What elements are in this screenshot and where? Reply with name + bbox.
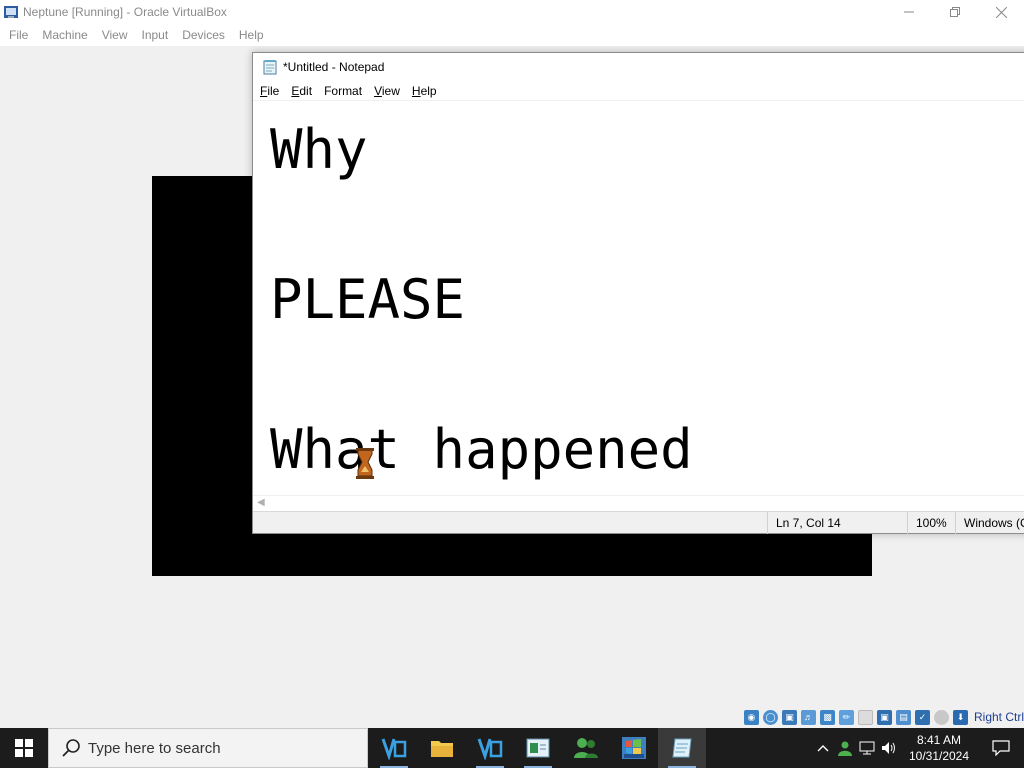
- audio-icon[interactable]: ♬: [800, 709, 816, 725]
- action-center-icon: [992, 740, 1010, 756]
- virtualbox-menu-bar: File Machine View Input Devices Help: [0, 24, 1024, 46]
- close-button[interactable]: [978, 0, 1024, 24]
- taskbar-apps: [370, 728, 706, 768]
- menu-devices[interactable]: Devices: [175, 28, 232, 42]
- mouse-integration-icon[interactable]: [933, 709, 949, 725]
- horizontal-scrollbar[interactable]: ◀: [253, 495, 1024, 511]
- zoom-level: 100%: [907, 512, 955, 534]
- notepad-menu-format[interactable]: Format: [318, 84, 368, 98]
- minimize-button[interactable]: [886, 0, 932, 24]
- shared-folders-icon[interactable]: [857, 709, 873, 725]
- notifications-button[interactable]: [978, 728, 1024, 768]
- busy-cursor-icon: [356, 448, 374, 479]
- notepad-menu-view-key: V: [374, 83, 382, 98]
- virtualbox-app-icon: [3, 4, 19, 20]
- notepad-menu-file[interactable]: File: [253, 84, 285, 98]
- notepad-menu-file-rest: ile: [267, 83, 280, 98]
- optical-drive-icon[interactable]: ◯: [762, 709, 778, 725]
- show-hidden-icons-chevron-icon[interactable]: [812, 728, 834, 768]
- recording-icon[interactable]: ▤: [895, 709, 911, 725]
- line-ending: Windows (C: [955, 512, 1024, 534]
- network-icon[interactable]: ▩: [819, 709, 835, 725]
- text-line: What happened: [270, 418, 693, 481]
- zoom-level-text: 100%: [916, 516, 947, 530]
- people-icon[interactable]: [834, 728, 856, 768]
- window-controls: [886, 0, 1024, 24]
- notepad-menu-help[interactable]: Help: [406, 84, 443, 98]
- notepad-menu-view-rest: iew: [381, 83, 400, 98]
- notepad-menu-view[interactable]: View: [368, 84, 406, 98]
- clock-time: 8:41 AM: [916, 733, 962, 747]
- host-key-label: Right Ctrl: [973, 710, 1024, 724]
- virtualbox-icon: [381, 738, 407, 760]
- display-icon[interactable]: ▣: [876, 709, 892, 725]
- notepad-menu-help-key: H: [411, 83, 421, 98]
- folder-icon: [431, 741, 453, 757]
- notepad-title-bar[interactable]: *Untitled - Notepad: [253, 53, 1024, 81]
- text-line: Why: [270, 118, 368, 181]
- text-line: [270, 187, 1024, 262]
- notepad-menu-edit-rest: dit: [299, 83, 313, 98]
- menu-input[interactable]: Input: [135, 28, 176, 42]
- menu-file[interactable]: File: [0, 28, 35, 42]
- search-box[interactable]: Type here to search: [48, 728, 368, 768]
- clock-date: 10/31/2024: [908, 749, 970, 763]
- device-status-icons: ◉ ◯ ▣ ♬ ▩ ✏ ▣ ▤ ✓ ⬇: [743, 709, 972, 725]
- virtualbox-title-bar: Neptune [Running] - Oracle VirtualBox: [0, 0, 1024, 24]
- virtualbox-icon: [477, 738, 503, 760]
- floppy-icon[interactable]: ▣: [781, 709, 797, 725]
- menu-help[interactable]: Help: [232, 28, 271, 42]
- taskbar-app-document[interactable]: [514, 728, 562, 768]
- menu-view[interactable]: View: [95, 28, 135, 42]
- windows-2000-icon: [622, 737, 646, 759]
- cursor-position: Ln 7, Col 14: [767, 512, 907, 534]
- notepad-title: *Untitled - Notepad: [283, 60, 385, 74]
- taskbar-app-users[interactable]: [562, 728, 610, 768]
- notepad-icon: [263, 60, 277, 75]
- notepad-icon: [672, 738, 692, 758]
- system-tray: 8:41 AM 10/31/2024: [812, 728, 1024, 768]
- restore-button[interactable]: [932, 0, 978, 24]
- vm-display[interactable]: *Untitled - Notepad File Edit Format Vie…: [0, 46, 1024, 706]
- usb-icon[interactable]: ✏: [838, 709, 854, 725]
- window-title: Neptune [Running] - Oracle VirtualBox: [23, 5, 227, 19]
- notepad-menu-edit[interactable]: Edit: [285, 84, 318, 98]
- taskbar-app-file-explorer[interactable]: [418, 728, 466, 768]
- scroll-left-arrow-icon[interactable]: ◀: [257, 497, 265, 508]
- notepad-text-area[interactable]: Why PLEASE What happened: [253, 102, 1024, 495]
- search-placeholder: Type here to search: [88, 739, 221, 757]
- notepad-status-bar: Ln 7, Col 14 100% Windows (C: [253, 511, 1024, 534]
- windows-logo-icon: [15, 739, 33, 757]
- start-button[interactable]: [0, 728, 48, 768]
- taskbar-app-virtualbox-1[interactable]: [370, 728, 418, 768]
- menu-machine[interactable]: Machine: [35, 28, 94, 42]
- cpu-icon[interactable]: ✓: [914, 709, 930, 725]
- volume-icon[interactable]: [878, 728, 900, 768]
- clock[interactable]: 8:41 AM 10/31/2024: [900, 732, 978, 764]
- document-window-icon: [526, 738, 550, 758]
- taskbar-app-notepad[interactable]: [658, 728, 706, 768]
- taskbar-app-windows-2000[interactable]: [610, 728, 658, 768]
- users-icon: [574, 738, 598, 758]
- notepad-menu-help-rest: elp: [420, 83, 437, 98]
- notepad-menu-bar: File Edit Format View Help: [253, 81, 1024, 101]
- cursor-position-text: Ln 7, Col 14: [776, 516, 841, 530]
- network-tray-icon[interactable]: [856, 728, 878, 768]
- line-ending-text: Windows (C: [964, 516, 1024, 530]
- notepad-menu-format-label: Format: [324, 83, 363, 98]
- hard-disk-icon[interactable]: ◉: [743, 709, 759, 725]
- text-line: PLEASE: [270, 268, 466, 331]
- search-icon: [62, 739, 80, 757]
- virtualbox-status-bar: ◉ ◯ ▣ ♬ ▩ ✏ ▣ ▤ ✓ ⬇ Right Ctrl: [0, 706, 1024, 728]
- host-key-arrow-icon[interactable]: ⬇: [952, 709, 968, 725]
- text-line: [270, 337, 1024, 412]
- taskbar: Type here to search 8:41 AM 10/31/2024: [0, 728, 1024, 768]
- restore-icon: [950, 7, 960, 17]
- minimize-icon: [904, 11, 914, 13]
- close-icon: [995, 6, 1007, 18]
- taskbar-app-virtualbox-2[interactable]: [466, 728, 514, 768]
